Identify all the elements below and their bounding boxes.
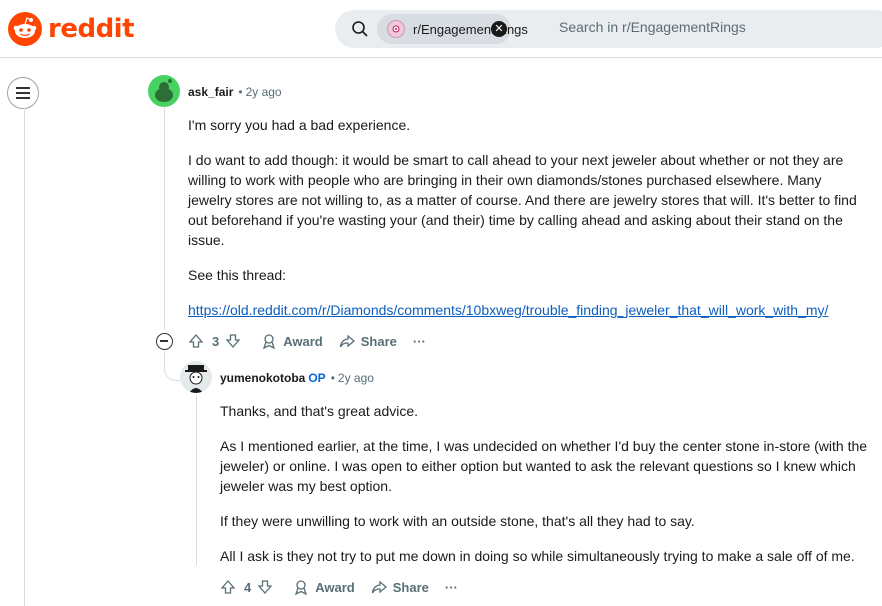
comment-actions: 4 Award Share ··· (220, 579, 474, 595)
more-options-icon: ··· (444, 579, 458, 595)
comment-body: Thanks, and that's great advice. As I me… (220, 401, 875, 581)
search-bar[interactable]: r/EngagementRings ✕ (335, 10, 882, 48)
share-button[interactable]: Share (339, 333, 397, 349)
comment-meta: yumenokotoba OP • 2y ago (220, 371, 374, 385)
more-options-button[interactable]: ··· (413, 334, 426, 349)
share-icon (371, 580, 387, 594)
vote-group: 3 (188, 333, 241, 349)
community-filter-chip: r/EngagementRings ✕ (377, 14, 528, 44)
comment-paragraph: I'm sorry you had a bad experience. (188, 117, 411, 133)
avatar[interactable] (180, 361, 212, 393)
comment-author[interactable]: yumenokotoba (220, 371, 305, 385)
comment-paragraph: As I mentioned earlier, at the time, I w… (220, 438, 868, 494)
comment-paragraph: All I ask is they not try to put me down… (220, 548, 855, 564)
search-input[interactable] (559, 19, 859, 35)
comment-body: I'm sorry you had a bad experience. I do… (188, 115, 868, 335)
comment-paragraph: I do want to add though: it would be sma… (188, 152, 857, 248)
award-button[interactable]: Award (261, 333, 323, 349)
collapse-thread-button[interactable] (156, 333, 173, 350)
op-badge: OP (308, 371, 326, 385)
snoo-icon (8, 12, 42, 46)
share-icon (339, 334, 355, 348)
share-label: Share (360, 333, 397, 349)
community-avatar-icon (387, 20, 405, 38)
award-icon (295, 580, 308, 595)
thread-link[interactable]: https://old.reddit.com/r/Diamonds/commen… (188, 302, 828, 318)
award-label: Award (315, 579, 355, 595)
avatar[interactable] (148, 75, 180, 107)
vote-count: 3 (212, 333, 220, 349)
more-options-icon: ··· (412, 333, 426, 349)
thread-connector (164, 350, 181, 381)
logo-wordmark: reddit (48, 14, 135, 44)
comment-paragraph: Thanks, and that's great advice. (220, 403, 419, 419)
comment-paragraph: If they were unwilling to work with an o… (220, 513, 695, 529)
award-button[interactable]: Award (293, 579, 355, 595)
menu-button[interactable] (7, 77, 39, 109)
sidebar-divider (24, 108, 25, 606)
downvote-icon[interactable] (257, 579, 273, 595)
award-label: Award (283, 333, 323, 349)
reddit-logo[interactable]: reddit (8, 12, 135, 46)
comment-timestamp[interactable]: 2y ago (246, 85, 282, 99)
vote-count: 4 (244, 579, 252, 595)
comment-timestamp[interactable]: 2y ago (338, 371, 374, 385)
downvote-icon[interactable] (225, 333, 241, 349)
share-label: Share (392, 579, 429, 595)
vote-group: 4 (220, 579, 273, 595)
comment-author[interactable]: ask_fair (188, 85, 233, 99)
comment-meta: ask_fair • 2y ago (188, 85, 282, 99)
upvote-icon[interactable] (188, 333, 204, 349)
upvote-icon[interactable] (220, 579, 236, 595)
community-chip-label: r/EngagementRings (413, 21, 528, 37)
award-icon (263, 334, 276, 349)
comment-paragraph: See this thread: (188, 267, 287, 283)
top-header: reddit r/EngagementRings ✕ (0, 0, 882, 58)
comment-actions: 3 Award Share ··· (188, 333, 442, 349)
search-icon (352, 21, 368, 37)
share-button[interactable]: Share (371, 579, 429, 595)
thread-line[interactable] (196, 395, 197, 565)
more-options-button[interactable]: ··· (445, 580, 458, 595)
close-icon[interactable]: ✕ (491, 21, 507, 37)
thread-line[interactable] (164, 108, 165, 330)
